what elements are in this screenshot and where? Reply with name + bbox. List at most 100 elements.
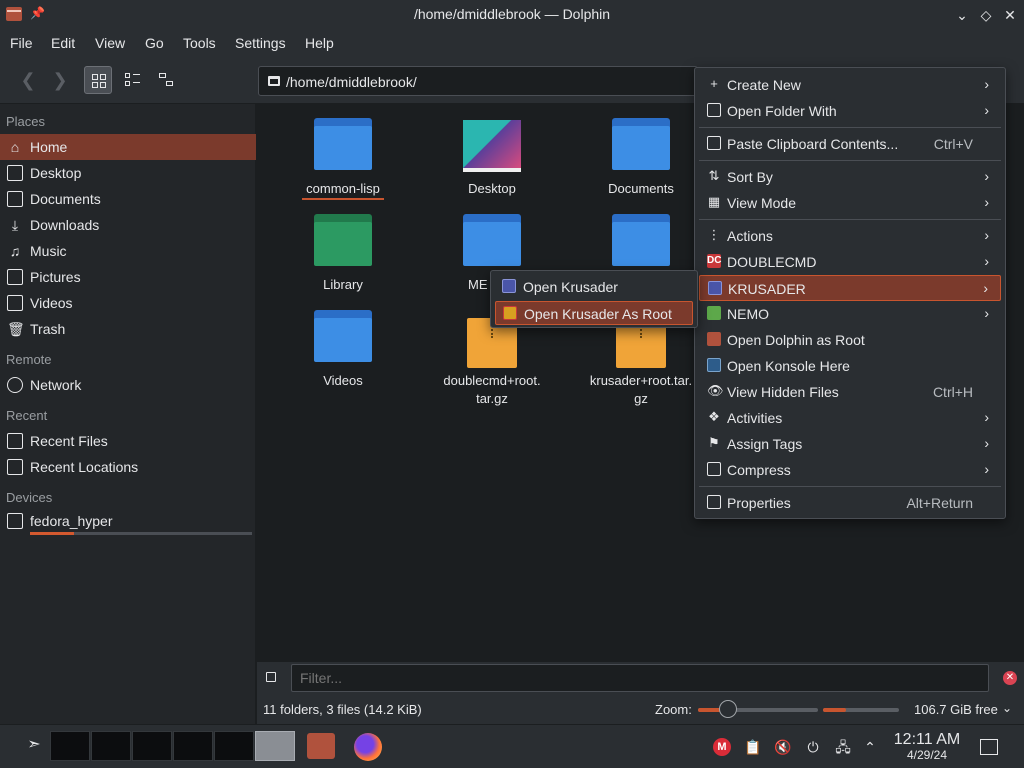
dolphin-task-icon[interactable]: [307, 733, 335, 759]
folder-icon: [463, 214, 521, 266]
menu-compress[interactable]: Compress ›: [699, 457, 1001, 483]
virtual-desktop-6[interactable]: [255, 731, 295, 761]
file-item-documents[interactable]: Documents: [571, 118, 711, 202]
menu-view[interactable]: View: [95, 35, 125, 51]
sidebar-item-recent-locations[interactable]: Recent Locations: [0, 454, 256, 480]
zoom-label: Zoom:: [655, 702, 692, 717]
menu-activities[interactable]: ❖ Activities ›: [699, 405, 1001, 431]
menu-nemo[interactable]: NEMO ›: [699, 301, 1001, 327]
menu-sort-by[interactable]: ⇅ Sort By ›: [699, 164, 1001, 190]
menu-krusader[interactable]: KRUSADER ›: [699, 275, 1001, 301]
sidebar-item-trash[interactable]: 🗑 Trash: [0, 316, 256, 342]
virtual-desktop-3[interactable]: [132, 731, 172, 761]
zoom-slider[interactable]: [698, 708, 818, 712]
forward-button[interactable]: ❯: [46, 66, 74, 94]
menu-open-krusader[interactable]: Open Krusader: [495, 275, 693, 299]
virtual-desktop-2[interactable]: [91, 731, 131, 761]
maximize-button[interactable]: ◇: [976, 5, 996, 25]
details-view-button[interactable]: [152, 66, 180, 94]
sidebar-item-downloads[interactable]: ⤓ Downloads: [0, 212, 256, 238]
menu-create-new[interactable]: + Create New ›: [699, 72, 1001, 98]
clock-date[interactable]: 4/29/24: [880, 748, 974, 762]
sidebar-item-recent-files[interactable]: Recent Files: [0, 428, 256, 454]
filter-input[interactable]: [291, 664, 989, 692]
sidebar-item-music[interactable]: ♫ Music: [0, 238, 256, 264]
menu-label: Assign Tags: [727, 436, 803, 452]
volume-muted-icon[interactable]: 🔇: [774, 739, 791, 755]
shortcut-label: Ctrl+V: [933, 136, 973, 152]
submenu-arrow-icon: ›: [984, 168, 989, 184]
file-item-library[interactable]: Library: [273, 214, 413, 298]
menu-open-konsole[interactable]: Open Konsole Here: [699, 353, 1001, 379]
menu-actions[interactable]: ⋮ Actions ›: [699, 223, 1001, 249]
menu-file[interactable]: File: [10, 35, 33, 51]
file-item-common-lisp[interactable]: common-lisp: [273, 118, 413, 202]
menu-label: Compress: [727, 462, 791, 478]
file-label-line1: krusader+root.tar.: [589, 373, 693, 388]
chevron-up-icon[interactable]: ⌃: [862, 739, 878, 755]
icons-view-button[interactable]: [84, 66, 112, 94]
sidebar-item-desktop[interactable]: Desktop: [0, 160, 256, 186]
menu-open-krusader-root[interactable]: Open Krusader As Root: [495, 301, 693, 325]
sidebar-item-network[interactable]: Network: [0, 372, 256, 398]
places-section-title: Places: [6, 114, 46, 129]
clipboard-icon[interactable]: 📋: [744, 739, 761, 755]
back-button[interactable]: ❮: [14, 66, 42, 94]
submenu-arrow-icon: ›: [984, 409, 989, 425]
devices-section-title: Devices: [6, 490, 53, 505]
menu-label: NEMO: [727, 306, 769, 322]
menu-view-mode[interactable]: ▦ View Mode ›: [699, 190, 1001, 216]
sidebar-item-documents[interactable]: Documents: [0, 186, 256, 212]
mega-sync-icon[interactable]: M: [713, 738, 731, 756]
compact-view-button[interactable]: [118, 66, 146, 94]
menu-label: Create New: [727, 77, 801, 93]
minimize-button[interactable]: ⌄: [952, 5, 972, 25]
open-with-icon: [707, 103, 721, 117]
zoom-slider-handle[interactable]: [719, 700, 737, 718]
krusader-icon: [708, 281, 722, 295]
menu-separator: [699, 127, 1001, 128]
file-item-videos[interactable]: Videos: [273, 310, 413, 394]
menu-settings[interactable]: Settings: [235, 35, 286, 51]
network-tray-icon[interactable]: 🖧: [835, 739, 851, 755]
menu-open-folder-with[interactable]: Open Folder With ›: [699, 98, 1001, 124]
menu-view-hidden-files[interactable]: 👁 View Hidden Files Ctrl+H: [699, 379, 1001, 405]
menu-doublecmd[interactable]: DC DOUBLECMD ›: [699, 249, 1001, 275]
virtual-desktop-4[interactable]: [173, 731, 213, 761]
menu-assign-tags[interactable]: ⚑ Assign Tags ›: [699, 431, 1001, 457]
menu-properties[interactable]: Properties Alt+Return: [699, 490, 1001, 516]
focus-underline: [302, 198, 384, 200]
menu-edit[interactable]: Edit: [51, 35, 75, 51]
firefox-icon[interactable]: [354, 733, 382, 761]
chevron-down-icon[interactable]: ⌄: [1002, 701, 1012, 715]
clock-time[interactable]: 12:11 AM: [880, 731, 974, 749]
sidebar-item-home[interactable]: ⌂ Home: [0, 134, 256, 160]
show-desktop-icon[interactable]: [980, 739, 998, 755]
places-panel: Places ⌂ Home Desktop Documents ⤓ Downlo…: [0, 104, 256, 724]
eye-icon: 👁: [707, 383, 724, 398]
sidebar-item-label: Downloads: [30, 217, 100, 233]
sidebar-item-videos[interactable]: Videos: [0, 290, 256, 316]
virtual-desktop-1[interactable]: [50, 731, 90, 761]
close-button[interactable]: ✕: [1000, 5, 1020, 25]
sidebar-item-pictures[interactable]: Pictures: [0, 264, 256, 290]
folder-icon: [314, 310, 372, 362]
menu-paste[interactable]: Paste Clipboard Contents... Ctrl+V: [699, 131, 1001, 157]
menu-go[interactable]: Go: [145, 35, 164, 51]
sidebar-item-fedora-hyper[interactable]: fedora_hyper: [0, 508, 256, 538]
videos-icon: [7, 295, 23, 311]
app-launcher-icon[interactable]: ➣: [26, 737, 42, 753]
compress-icon: [707, 462, 721, 476]
submenu-arrow-icon: ›: [984, 102, 989, 118]
file-item-desktop[interactable]: Desktop: [422, 118, 562, 202]
sort-icon: ⇅: [708, 168, 720, 183]
virtual-desktop-5[interactable]: [214, 731, 254, 761]
network-icon: [7, 377, 23, 393]
menu-tools[interactable]: Tools: [183, 35, 216, 51]
menu-open-dolphin-root[interactable]: Open Dolphin as Root: [699, 327, 1001, 353]
lock-icon[interactable]: [266, 672, 276, 682]
menu-help[interactable]: Help: [305, 35, 334, 51]
location-bar[interactable]: /home/dmiddlebrook/: [258, 66, 698, 96]
power-icon[interactable]: ⏻: [805, 739, 821, 755]
clear-filter-icon[interactable]: ✕: [1003, 671, 1017, 685]
